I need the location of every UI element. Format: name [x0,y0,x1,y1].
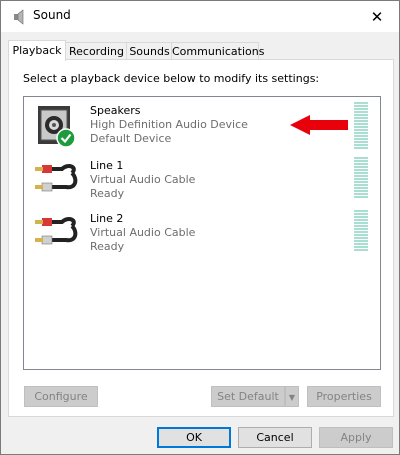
device-item-line-2[interactable]: Line 2 Virtual Audio Cable Ready [24,208,368,262]
apply-button[interactable]: Apply [319,427,393,448]
device-description: Virtual Audio Cable [90,226,196,239]
device-list[interactable]: Speakers High Definition Audio Device De… [23,96,381,370]
cancel-button[interactable]: Cancel [238,427,312,448]
device-name: Line 1 [90,159,124,172]
device-status: Default Device [90,132,172,145]
tab-sounds[interactable]: Sounds [126,42,173,60]
close-icon: ✕ [370,7,384,26]
properties-button[interactable]: Properties [307,386,381,407]
volume-meter [354,102,368,150]
tab-communications[interactable]: Communications [171,42,264,60]
window-title: Sound [33,8,71,22]
playback-panel: Select a playback device below to modify… [8,59,394,417]
volume-meter [354,157,368,199]
sound-app-icon [14,9,24,25]
chevron-down-icon: ▼ [288,393,296,402]
configure-button[interactable]: Configure [24,386,98,407]
device-status: Ready [90,240,125,253]
device-name: Speakers [90,104,141,117]
rca-cable-icon [35,164,78,192]
device-name: Line 2 [90,212,124,225]
device-item-line-1[interactable]: Line 1 Virtual Audio Cable Ready [24,155,368,209]
set-default-button[interactable]: Set Default [211,386,285,407]
device-description: Virtual Audio Cable [90,173,196,186]
close-button[interactable]: ✕ [355,1,399,32]
sound-dialog: Sound ✕ Playback Recording Sounds Commun… [0,0,400,455]
rca-cable-icon [35,217,78,245]
tab-playback[interactable]: Playback [8,40,66,61]
device-description: High Definition Audio Device [90,118,248,131]
speaker-icon [38,106,76,148]
device-item-speakers[interactable]: Speakers High Definition Audio Device De… [24,100,368,154]
volume-meter [354,210,368,252]
default-check-icon [56,128,76,148]
red-arrow-annotation [290,115,348,135]
title-bar: Sound ✕ [1,1,399,32]
set-default-dropdown[interactable]: ▼ [285,386,299,407]
device-status: Ready [90,187,125,200]
instruction-text: Select a playback device below to modify… [23,72,320,85]
tab-recording[interactable]: Recording [65,42,128,60]
ok-button[interactable]: OK [157,427,231,448]
